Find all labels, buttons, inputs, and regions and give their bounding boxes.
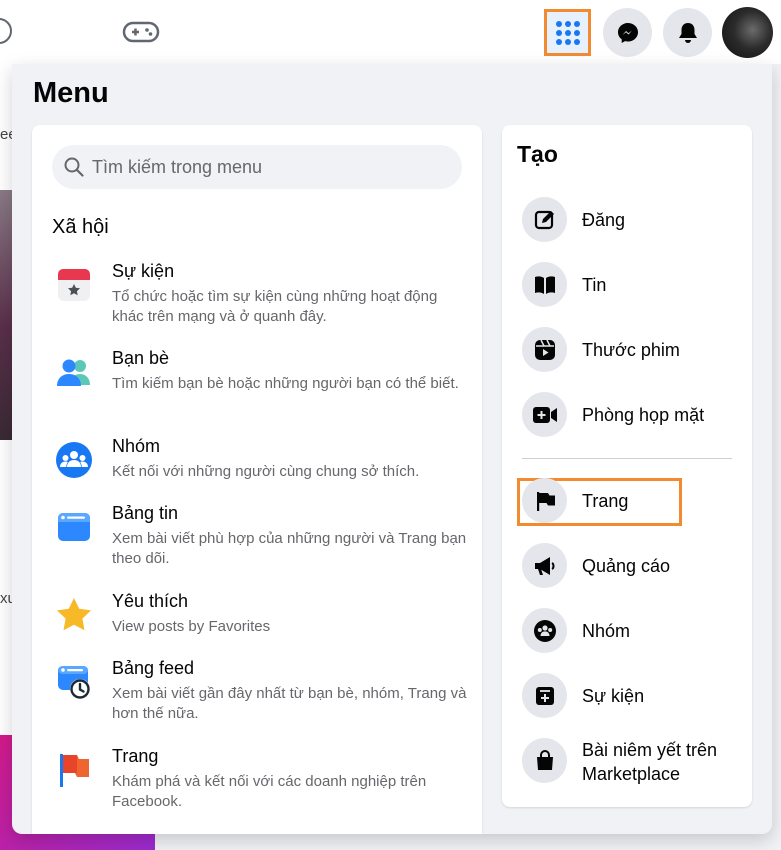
list-item-events[interactable]: Sự kiện Tổ chức hoặc tìm sự kiện cùng nh… (52, 261, 472, 331)
create-item-ad[interactable]: Quảng cáo (522, 543, 742, 593)
item-title: Nhóm (112, 436, 161, 456)
friends-icon (57, 359, 90, 386)
create-column: Tạo Đăng Tin Thước phim Phòng họp mặt Tr… (502, 125, 752, 807)
edit-icon (522, 197, 567, 242)
pages-flag-icon (60, 754, 89, 787)
item-title: Trang (112, 746, 159, 766)
item-title: Sự kiện (112, 261, 175, 281)
create-item-group[interactable]: Nhóm (522, 608, 742, 658)
list-item-groups[interactable]: Nhóm Kết nối với những người cùng chung … (52, 436, 472, 506)
search-input[interactable] (92, 156, 432, 178)
gaming-icon[interactable] (122, 18, 160, 46)
messenger-button[interactable] (603, 8, 652, 57)
create-item-label: Đăng (582, 210, 626, 230)
create-item-story[interactable]: Tin (522, 262, 742, 312)
avatar[interactable] (722, 7, 773, 58)
item-description: Khám phá và kết nối với các doanh nghiệp… (112, 773, 427, 810)
menu-search[interactable] (52, 145, 462, 189)
item-description: Kết nối với những người cùng chung sở th… (112, 463, 420, 480)
create-item-label: Quảng cáo (582, 556, 671, 576)
menu-panel: Menu Xã hội Sự kiện Tổ chức hoặc tìm sự … (12, 64, 772, 834)
item-title: Bảng tin (112, 503, 179, 523)
create-item-label: Thước phim (582, 340, 680, 360)
search-icon (64, 157, 84, 177)
list-item-feed[interactable]: Bảng tin Xem bài viết phù hợp của những … (52, 503, 472, 573)
item-description: Xem bài viết phù hợp của những người và … (112, 530, 467, 567)
event-icon (522, 673, 567, 718)
calendar-icon (58, 269, 90, 301)
create-item-event[interactable]: Sự kiện (522, 673, 742, 723)
item-title: Bạn bè (112, 348, 170, 368)
item-title: Yêu thích (112, 591, 189, 611)
notifications-button[interactable] (663, 8, 712, 57)
item-description: Tìm kiếm bạn bè hoặc những người bạn có … (112, 375, 459, 392)
bell-icon (678, 22, 697, 43)
create-item-label: Phòng họp mặt (582, 405, 705, 425)
item-description: Tổ chức hoặc tìm sự kiện cùng những hoạt… (112, 288, 438, 325)
section-title: Xã hội (52, 216, 109, 238)
social-column: Xã hội Sự kiện Tổ chức hoặc tìm sự kiện … (32, 125, 482, 834)
video-call-icon (522, 392, 567, 437)
create-item-marketplace[interactable]: Bài niêm yết trên Marketplace (522, 738, 742, 788)
megaphone-icon (522, 543, 567, 588)
page-title: Menu (33, 77, 109, 109)
reel-icon (522, 327, 567, 372)
item-description: Xem bài viết gần đây nhất từ bạn bè, nhó… (112, 685, 467, 722)
list-item-favorites[interactable]: Yêu thích View posts by Favorites (52, 591, 472, 661)
create-item-post[interactable]: Đăng (522, 197, 742, 247)
messenger-icon (617, 22, 638, 43)
list-item-recent-feed[interactable]: Bảng feed Xem bài viết gần đây nhất từ b… (52, 658, 472, 728)
shopping-bag-icon (522, 738, 567, 783)
group-icon (522, 608, 567, 653)
list-item-pages[interactable]: Trang Khám phá và kết nối với các doanh … (52, 746, 472, 816)
star-icon (57, 598, 91, 631)
recent-feed-icon (58, 666, 90, 699)
divider (522, 458, 732, 459)
section-title: Tạo (517, 141, 558, 167)
create-item-label: Trang (582, 491, 629, 511)
flag-icon (522, 478, 567, 523)
create-item-page[interactable]: Trang (522, 478, 742, 528)
create-item-label: Bài niêm yết trên Marketplace (582, 740, 718, 784)
item-description: View posts by Favorites (112, 618, 271, 635)
book-icon (522, 262, 567, 307)
item-title: Bảng feed (112, 658, 195, 678)
create-item-reel[interactable]: Thước phim (522, 327, 742, 377)
create-item-label: Nhóm (582, 621, 631, 641)
list-item-friends[interactable]: Bạn bè Tìm kiếm bạn bè hoặc những người … (52, 348, 472, 418)
groups-icon (56, 442, 92, 478)
create-item-label: Sự kiện (582, 686, 645, 706)
create-item-room[interactable]: Phòng họp mặt (522, 392, 742, 442)
nav-icon-partial[interactable] (0, 18, 12, 44)
feed-icon (58, 513, 90, 541)
grid-icon (555, 20, 580, 45)
menu-apps-button[interactable] (544, 9, 591, 56)
top-navigation-bar (0, 0, 781, 64)
create-item-label: Tin (582, 275, 607, 295)
